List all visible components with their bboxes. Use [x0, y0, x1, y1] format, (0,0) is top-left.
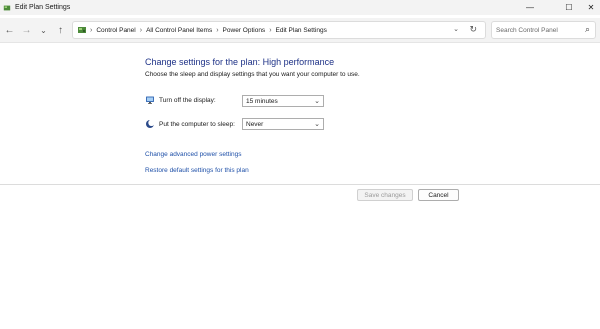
up-button[interactable]: ↑: [52, 20, 69, 40]
control-panel-icon: [3, 5, 11, 10]
display-setting-row: Turn off the display:: [145, 95, 216, 105]
sleep-label: Put the computer to sleep:: [159, 120, 235, 128]
sleep-moon-icon: [146, 119, 155, 128]
display-timeout-select[interactable]: 15 minutes ⌄: [242, 95, 324, 107]
chevron-down-icon: ⌄: [314, 121, 320, 128]
breadcrumb-separator: ›: [139, 26, 143, 34]
minimize-button[interactable]: —: [517, 0, 543, 15]
breadcrumb-separator: ›: [90, 26, 93, 34]
breadcrumb-control-panel[interactable]: Control Panel: [96, 27, 135, 34]
breadcrumb-edit-plan-settings[interactable]: Edit Plan Settings: [276, 27, 327, 34]
address-dropdown-icon[interactable]: ⌄: [453, 25, 459, 33]
forward-button[interactable]: →: [18, 20, 35, 40]
address-bar: ← → ⌄ ↑ › Control Panel › All Control Pa…: [0, 18, 600, 42]
back-button[interactable]: ←: [1, 20, 18, 40]
refresh-icon[interactable]: ↻: [469, 24, 477, 35]
page-title: Change settings for the plan: High perfo…: [145, 57, 335, 67]
address-field[interactable]: › Control Panel › All Control Panel Item…: [72, 21, 486, 39]
display-timeout-value: 15 minutes: [246, 97, 278, 105]
display-label: Turn off the display:: [159, 96, 216, 104]
search-icon[interactable]: ⌕: [585, 24, 590, 35]
monitor-icon: [146, 96, 154, 104]
title-bar: Edit Plan Settings — ☐ ✕: [0, 0, 600, 15]
sleep-timeout-select[interactable]: Never ⌄: [242, 118, 324, 130]
close-button[interactable]: ✕: [578, 0, 600, 15]
header-divider: [0, 42, 600, 43]
window-title: Edit Plan Settings: [15, 4, 71, 11]
page-description: Choose the sleep and display settings th…: [145, 71, 360, 78]
breadcrumb-separator: ›: [269, 26, 272, 34]
breadcrumb-power-options[interactable]: Power Options: [223, 27, 266, 34]
sleep-setting-row: Put the computer to sleep:: [145, 119, 235, 129]
breadcrumb-separator: ›: [216, 26, 219, 34]
search-input[interactable]: Search Control Panel ⌕: [491, 21, 596, 39]
advanced-power-settings-link[interactable]: Change advanced power settings: [145, 151, 241, 158]
sleep-timeout-value: Never: [246, 120, 264, 128]
footer-divider: [0, 184, 600, 185]
recent-locations-button[interactable]: ⌄: [35, 20, 52, 40]
search-placeholder: Search Control Panel: [496, 26, 558, 34]
breadcrumb-all-items[interactable]: All Control Panel Items: [146, 27, 212, 34]
restore-defaults-link[interactable]: Restore default settings for this plan: [145, 167, 249, 174]
save-changes-button[interactable]: Save changes: [357, 189, 413, 201]
chevron-down-icon: ⌄: [314, 98, 320, 105]
control-panel-icon: [78, 27, 86, 33]
cancel-button[interactable]: Cancel: [418, 189, 459, 201]
